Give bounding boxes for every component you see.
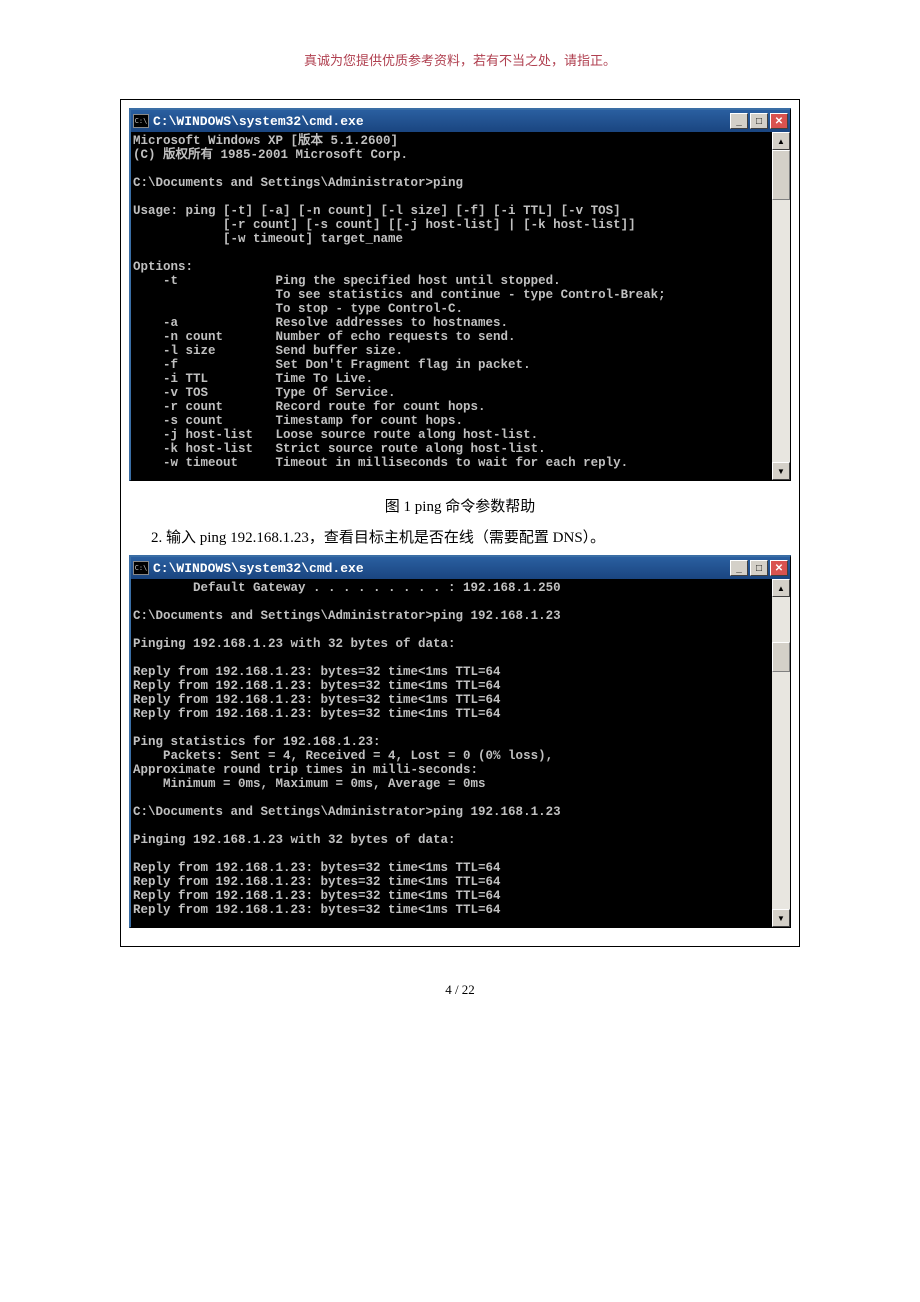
terminal-output-2[interactable]: Default Gateway . . . . . . . . . : 192.… [131,579,772,927]
window-buttons-2: _ □ ✕ [730,560,788,576]
window-buttons-1: _ □ ✕ [730,113,788,129]
scroll-up-icon[interactable]: ▲ [772,579,790,597]
scroll-thumb[interactable] [772,150,790,200]
maximize-button[interactable]: □ [750,560,768,576]
document-header: 真诚为您提供优质参考资料，若有不当之处，请指正。 [0,50,920,69]
close-button[interactable]: ✕ [770,113,788,129]
minimize-button[interactable]: _ [730,113,748,129]
cmd-window-2: C:\ C:\WINDOWS\system32\cmd.exe _ □ ✕ De… [129,555,791,928]
cmd-icon-text: C:\ [135,117,148,125]
scroll-down-icon[interactable]: ▼ [772,462,790,480]
figure-caption-1: 图 1 ping 命令参数帮助 [129,495,791,516]
cmd-window-1: C:\ C:\WINDOWS\system32\cmd.exe _ □ ✕ Mi… [129,108,791,481]
scroll-up-icon[interactable]: ▲ [772,132,790,150]
cmd-icon-text: C:\ [135,564,148,572]
maximize-button[interactable]: □ [750,113,768,129]
terminal-body-1: Microsoft Windows XP [版本 5.1.2600] (C) 版… [131,132,790,480]
scrollbar-1[interactable]: ▲ ▼ [772,132,790,480]
terminal-output-1[interactable]: Microsoft Windows XP [版本 5.1.2600] (C) 版… [131,132,772,480]
minimize-button[interactable]: _ [730,560,748,576]
close-button[interactable]: ✕ [770,560,788,576]
scrollbar-2[interactable]: ▲ ▼ [772,579,790,927]
page-frame: C:\ C:\WINDOWS\system32\cmd.exe _ □ ✕ Mi… [120,99,800,947]
scroll-down-icon[interactable]: ▼ [772,909,790,927]
titlebar-2[interactable]: C:\ C:\WINDOWS\system32\cmd.exe _ □ ✕ [131,557,790,579]
page-number: 4 / 22 [0,982,920,998]
cmd-icon: C:\ [133,114,149,128]
window-title-2: C:\WINDOWS\system32\cmd.exe [153,561,730,576]
terminal-body-2: Default Gateway . . . . . . . . . : 192.… [131,579,790,927]
scroll-track[interactable] [772,150,790,462]
window-title-1: C:\WINDOWS\system32\cmd.exe [153,114,730,129]
instruction-text: 2. 输入 ping 192.168.1.23，查看目标主机是否在线（需要配置 … [151,526,791,547]
scroll-thumb[interactable] [772,642,790,672]
titlebar-1[interactable]: C:\ C:\WINDOWS\system32\cmd.exe _ □ ✕ [131,110,790,132]
cmd-icon: C:\ [133,561,149,575]
scroll-track[interactable] [772,597,790,909]
